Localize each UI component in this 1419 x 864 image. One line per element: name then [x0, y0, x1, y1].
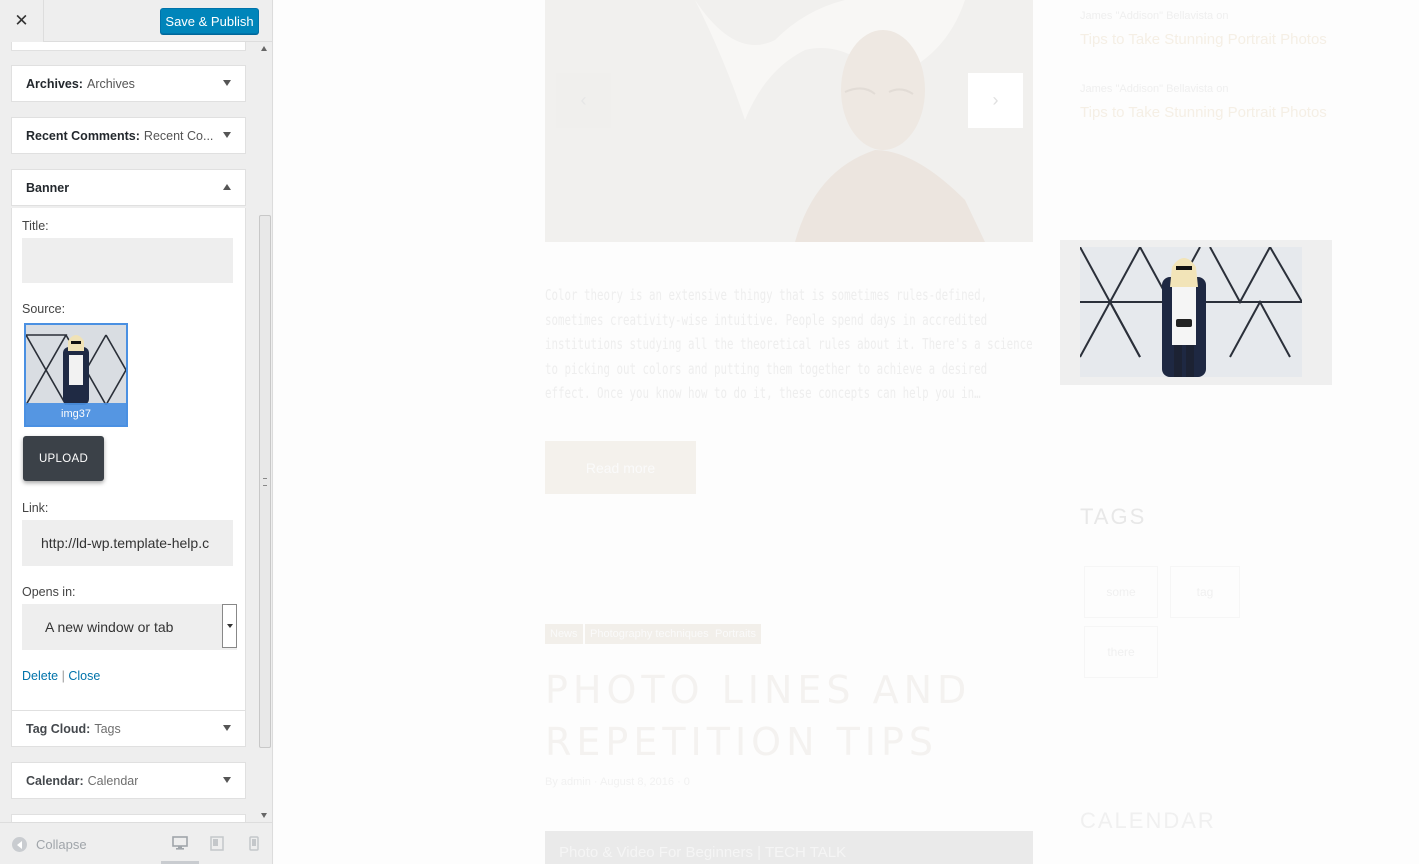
widget-value: Calendar — [87, 773, 139, 788]
calendar-heading: CALENDAR — [1080, 808, 1216, 833]
thumbnail-image — [26, 325, 126, 407]
grip-icon — [263, 478, 267, 486]
widget-title: Tag Cloud: — [26, 721, 91, 736]
widget-header-partial-bottom[interactable] — [11, 814, 246, 822]
category-tag[interactable]: News — [545, 624, 583, 644]
widget-header-archives[interactable]: Archives: Archives — [11, 65, 246, 102]
mobile-preview-icon[interactable] — [249, 836, 259, 856]
source-filename: img37 — [26, 403, 126, 425]
tag-link[interactable]: there — [1084, 626, 1158, 678]
source-label: Source: — [22, 302, 66, 316]
comment-author: James "Addison" Bellavista on — [1080, 83, 1229, 95]
widget-header-banner[interactable]: Banner — [11, 169, 246, 206]
customizer-sidebar: ✕ Save & Publish Archives: Archives Rece… — [0, 0, 273, 864]
dropdown-toggle[interactable] — [222, 604, 237, 648]
close-link[interactable]: Close — [68, 669, 100, 683]
collapse-arrow-icon — [12, 837, 27, 852]
close-customizer-button[interactable]: ✕ — [0, 0, 44, 42]
post-excerpt: Color theory is an extensive thingy that… — [545, 286, 1033, 402]
title-label: Title: — [22, 219, 49, 233]
category-tag[interactable]: Photography techniques — [585, 624, 714, 644]
banner-widget-preview — [1060, 240, 1332, 385]
chevron-down-icon — [223, 80, 231, 86]
chevron-up-icon — [223, 184, 231, 190]
opens-in-select[interactable]: A new window or tab — [22, 604, 237, 650]
collapse-label: Collapse — [36, 837, 87, 852]
caret-down-icon — [226, 624, 233, 628]
slider-prev-button[interactable]: ‹ — [556, 73, 611, 128]
scrollbar-thumb[interactable] — [259, 215, 271, 748]
customizer-footer: Collapse — [0, 822, 272, 864]
post-title[interactable]: PHOTO LINES AND REPETITION TIPS — [545, 664, 1025, 768]
comment-author: James "Addison" Bellavista on — [1080, 10, 1229, 22]
site-preview: ‹ › Color theory is an extensive thingy … — [274, 0, 1419, 864]
save-publish-button[interactable]: Save & Publish — [160, 8, 259, 34]
widget-header-partial[interactable] — [11, 42, 246, 51]
close-icon: ✕ — [14, 11, 29, 30]
chevron-right-icon: › — [992, 90, 999, 110]
widget-value: Recent Co... — [143, 128, 214, 143]
read-more-button[interactable]: Read more — [545, 441, 696, 494]
widget-title: Calendar: — [26, 773, 84, 788]
preview-sidebar: James "Addison" Bellavista on Tips to Ta… — [1060, 0, 1332, 864]
upload-button[interactable]: UPLOAD — [23, 436, 104, 481]
link-label: Link: — [22, 501, 49, 515]
widget-value: Tags — [94, 721, 121, 736]
sidebar-scrollbar[interactable] — [258, 42, 272, 822]
tag-link[interactable]: some — [1084, 566, 1158, 618]
widget-header-recent-comments[interactable]: Recent Comments: Recent Co... — [11, 117, 246, 154]
comment-post-link[interactable]: Tips to Take Stunning Portrait Photos — [1080, 104, 1327, 121]
title-input[interactable] — [22, 238, 233, 283]
opens-in-label: Opens in: — [22, 585, 76, 599]
scroll-down-arrow[interactable] — [261, 813, 267, 818]
link-input[interactable] — [22, 520, 233, 566]
post-meta: By admin · August 8, 2016 · 0 — [545, 776, 690, 788]
tablet-preview-icon[interactable] — [210, 836, 224, 856]
widget-value: Archives — [86, 76, 135, 91]
chevron-left-icon: ‹ — [580, 90, 587, 110]
category-tag[interactable]: Portraits — [710, 624, 761, 644]
widget-actions: Delete | Close — [22, 669, 100, 683]
source-image-thumbnail[interactable]: img37 — [24, 323, 128, 427]
chevron-down-icon — [223, 132, 231, 138]
comment-post-link[interactable]: Tips to Take Stunning Portrait Photos — [1080, 31, 1327, 48]
tags-heading: TAGS — [1080, 504, 1147, 529]
banner-image[interactable] — [1080, 247, 1302, 377]
banner-widget-form: Title: Source: img37 UPLOAD Link: http:/… — [11, 208, 246, 738]
widget-title: Banner — [26, 180, 70, 195]
widget-title: Archives: — [26, 76, 83, 91]
widget-list: Archives: Archives Recent Comments: Rece… — [0, 42, 272, 822]
video-embed-title[interactable]: Photo & Video For Beginners | TECH TALK — [545, 831, 1033, 864]
slider-next-button[interactable]: › — [968, 73, 1023, 128]
collapse-button[interactable]: Collapse — [12, 837, 87, 852]
widget-title: Recent Comments: — [26, 128, 140, 143]
chevron-down-icon — [223, 725, 231, 731]
chevron-down-icon — [223, 777, 231, 783]
hero-slider-image — [545, 0, 1033, 242]
scroll-up-arrow[interactable] — [261, 46, 267, 51]
action-separator: | — [61, 669, 65, 683]
desktop-preview-icon[interactable] — [172, 836, 188, 855]
opens-in-value: A new window or tab — [45, 619, 174, 635]
widget-header-tag-cloud[interactable]: Tag Cloud: Tags — [11, 710, 246, 747]
tag-link[interactable]: tag — [1170, 566, 1240, 618]
widget-header-calendar[interactable]: Calendar: Calendar — [11, 762, 246, 799]
delete-link[interactable]: Delete — [22, 669, 58, 683]
customizer-header: ✕ Save & Publish — [0, 0, 272, 42]
